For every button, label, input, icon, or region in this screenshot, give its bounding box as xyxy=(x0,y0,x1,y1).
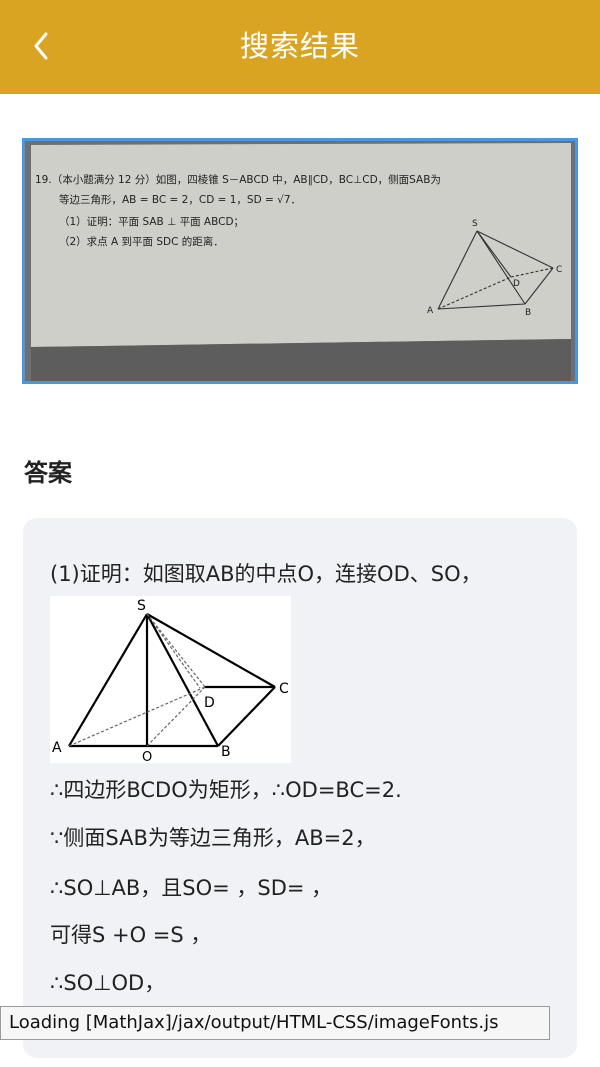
answer-heading: 答案 xyxy=(24,459,72,487)
app-header: 搜索结果 xyxy=(0,0,600,94)
question-label-d: D xyxy=(513,279,520,289)
answer-figure: S C D A O B xyxy=(50,596,291,765)
figure-label-o: O xyxy=(142,750,152,763)
answer-line: 可得S +O =S ， xyxy=(50,923,212,947)
figure-label-s: S xyxy=(137,598,146,614)
question-part-2: （2）求点 A 到平面 SDC 的距离． xyxy=(59,235,224,248)
figure-label-d: D xyxy=(204,695,215,711)
question-line-1: 19.（本小题满分 12 分）如图，四棱锥 S－ABCD 中，AB∥CD，BC⊥… xyxy=(35,173,441,186)
question-line-2: 等边三角形，AB = BC = 2，CD = 1，SD = √7． xyxy=(59,193,301,206)
answer-line: ∴SO⊥AB，且SO= ，SD= ， xyxy=(50,876,333,900)
answer-line: ∴SO⊥OD， xyxy=(50,971,166,995)
page-title: 搜索结果 xyxy=(239,29,360,63)
question-label-b: B xyxy=(525,308,531,318)
figure-label-b: B xyxy=(221,744,231,760)
question-part-1: （1）证明：平面 SAB ⊥ 平面 ABCD； xyxy=(59,216,244,228)
mathjax-loading-status: Loading [MathJax]/jax/output/HTML-CSS/im… xyxy=(0,1006,550,1040)
question-photo[interactable]: 19.（本小题满分 12 分）如图，四棱锥 S－ABCD 中，AB∥CD，BC⊥… xyxy=(22,138,578,384)
question-label-a: A xyxy=(427,306,434,316)
figure-label-c: C xyxy=(279,681,289,697)
answer-line: (1)证明：如图取AB的中点O，连接OD、SO， xyxy=(50,562,482,586)
answer-line: ∵侧面SAB为等边三角形，AB=2， xyxy=(50,826,376,850)
question-label-c: C xyxy=(556,265,562,275)
figure-label-a: A xyxy=(52,740,62,756)
answer-line: ∴四边形BCDO为矩形，∴OD=BC=2. xyxy=(50,778,402,802)
question-label-s: S xyxy=(472,219,478,229)
answer-card: (1)证明：如图取AB的中点O，连接OD、SO， S C D A O B ∴四边… xyxy=(23,518,577,1058)
